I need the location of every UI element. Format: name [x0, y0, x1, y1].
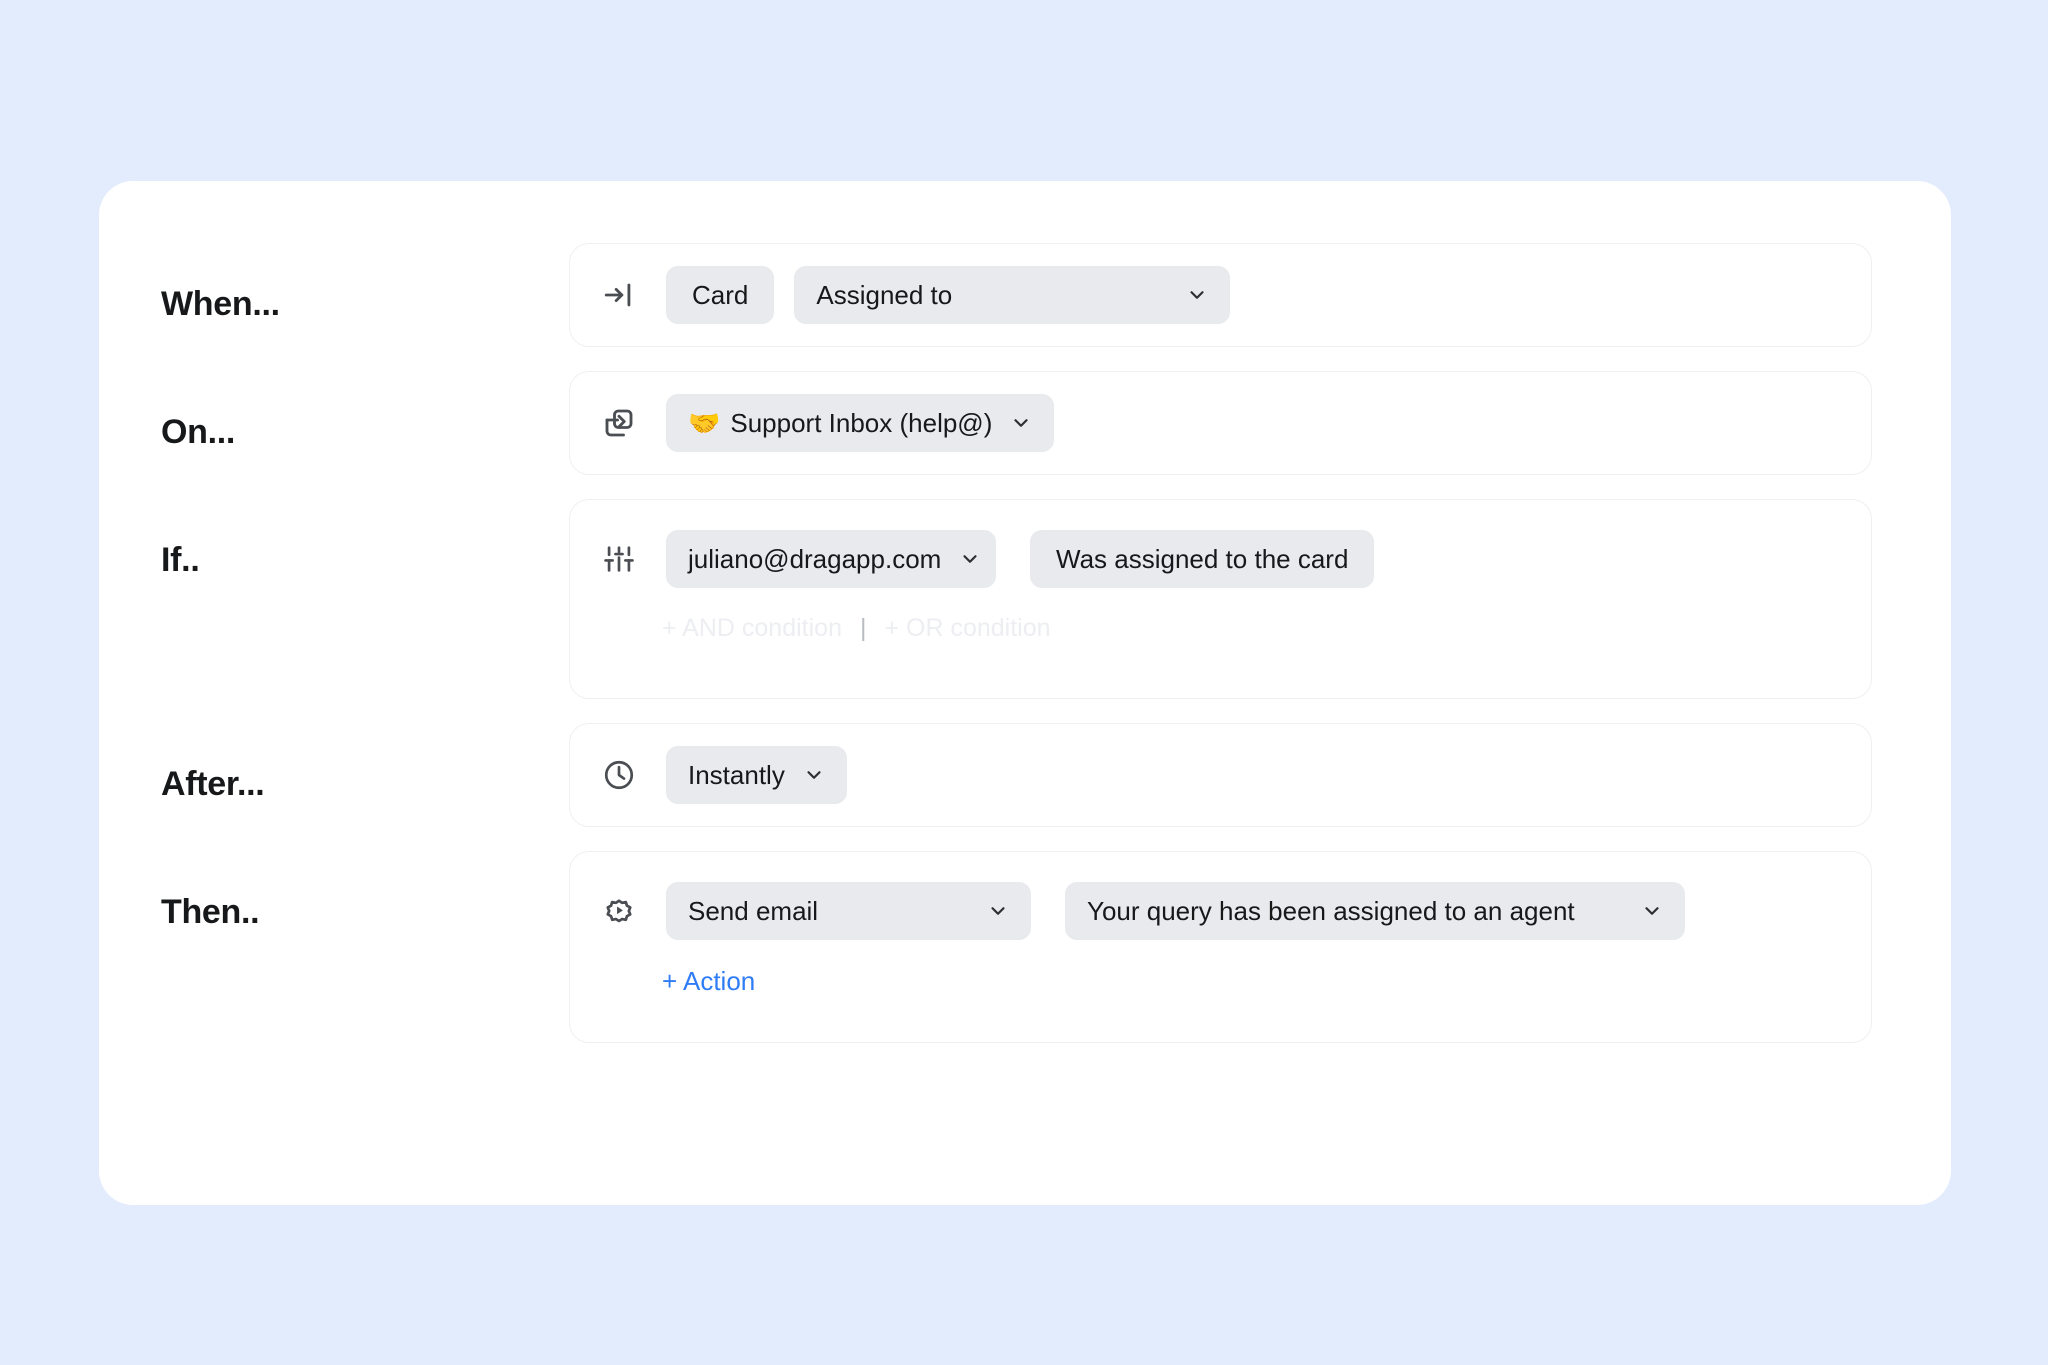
- if-condition-tag-label: Was assigned to the card: [1056, 543, 1349, 574]
- after-delay-select-value: Instantly: [688, 759, 785, 790]
- add-and-condition-link[interactable]: + AND condition: [662, 614, 842, 643]
- handshake-emoji-icon: 🤝: [688, 408, 721, 438]
- on-controls: 🤝 Support Inbox (help@): [596, 394, 1845, 452]
- chevron-down-icon: [959, 548, 981, 570]
- automation-builder-screen: When... Card Assigned to On... 🤝 Support…: [0, 0, 2048, 1365]
- then-action-select-value: Send email: [688, 895, 819, 926]
- chevron-down-icon: [1641, 900, 1663, 922]
- then-template-select[interactable]: Your query has been assigned to an agent: [1065, 882, 1685, 940]
- then-action-select[interactable]: Send email: [666, 882, 1031, 940]
- after-delay-select[interactable]: Instantly: [666, 746, 847, 804]
- condition-link-separator: |: [859, 614, 867, 642]
- rule-body-when: Card Assigned to: [569, 243, 1872, 347]
- rule-row-after: After... Instantly: [99, 723, 1951, 827]
- if-condition-tag: Was assigned to the card: [1030, 530, 1375, 588]
- arrow-to-line-right-icon: [596, 272, 642, 318]
- then-controls: Send email Your query has been assigned …: [596, 882, 1845, 940]
- rule-row-when: When... Card Assigned to: [99, 243, 1951, 347]
- add-or-condition-link[interactable]: + OR condition: [884, 614, 1050, 643]
- on-board-select[interactable]: 🤝 Support Inbox (help@): [666, 394, 1055, 452]
- rule-label-on: On...: [161, 413, 236, 451]
- if-controls: juliano@dragapp.com Was assigned to the …: [596, 530, 1845, 588]
- when-controls: Card Assigned to: [596, 266, 1845, 324]
- rule-body-if: juliano@dragapp.com Was assigned to the …: [569, 499, 1872, 699]
- automation-card: When... Card Assigned to On... 🤝 Support…: [99, 181, 1951, 1205]
- clock-icon: [596, 752, 642, 798]
- if-subject-select[interactable]: juliano@dragapp.com: [666, 530, 996, 588]
- when-object-tag-label: Card: [692, 279, 749, 310]
- then-template-select-value: Your query has been assigned to an agent: [1087, 895, 1575, 926]
- chevron-down-icon: [987, 900, 1009, 922]
- when-event-select[interactable]: Assigned to: [794, 266, 1231, 324]
- sliders-icon: [596, 536, 642, 582]
- then-action-links: + Action: [596, 966, 1845, 997]
- if-condition-links: + AND condition | + OR condition: [596, 614, 1845, 643]
- after-controls: Instantly: [596, 746, 1845, 804]
- on-board-select-value: Support Inbox (help@): [730, 407, 993, 438]
- when-object-tag: Card: [666, 266, 775, 324]
- chevron-down-icon: [1186, 284, 1208, 306]
- rule-row-if: If.. juliano@dragapp.com Was assigned to…: [99, 499, 1951, 699]
- rule-body-after: Instantly: [569, 723, 1872, 827]
- rule-label-if: If..: [161, 541, 200, 579]
- rules-list: When... Card Assigned to On... 🤝 Support…: [99, 181, 1951, 1067]
- rule-row-then: Then.. Send email Your query has been as…: [99, 851, 1951, 1043]
- add-action-link[interactable]: + Action: [662, 966, 755, 997]
- rule-body-then: Send email Your query has been assigned …: [569, 851, 1872, 1043]
- when-event-select-value: Assigned to: [816, 279, 953, 310]
- gear-play-icon: [596, 888, 642, 934]
- if-subject-select-value: juliano@dragapp.com: [688, 543, 942, 574]
- chevron-down-icon: [803, 764, 825, 786]
- board-move-icon: [596, 400, 642, 446]
- rule-label-then: Then..: [161, 893, 260, 931]
- chevron-down-icon: [1010, 412, 1032, 434]
- rule-label-after: After...: [161, 765, 265, 803]
- rule-row-on: On... 🤝 Support Inbox (help@): [99, 371, 1951, 475]
- rule-label-when: When...: [161, 285, 280, 323]
- rule-body-on: 🤝 Support Inbox (help@): [569, 371, 1872, 475]
